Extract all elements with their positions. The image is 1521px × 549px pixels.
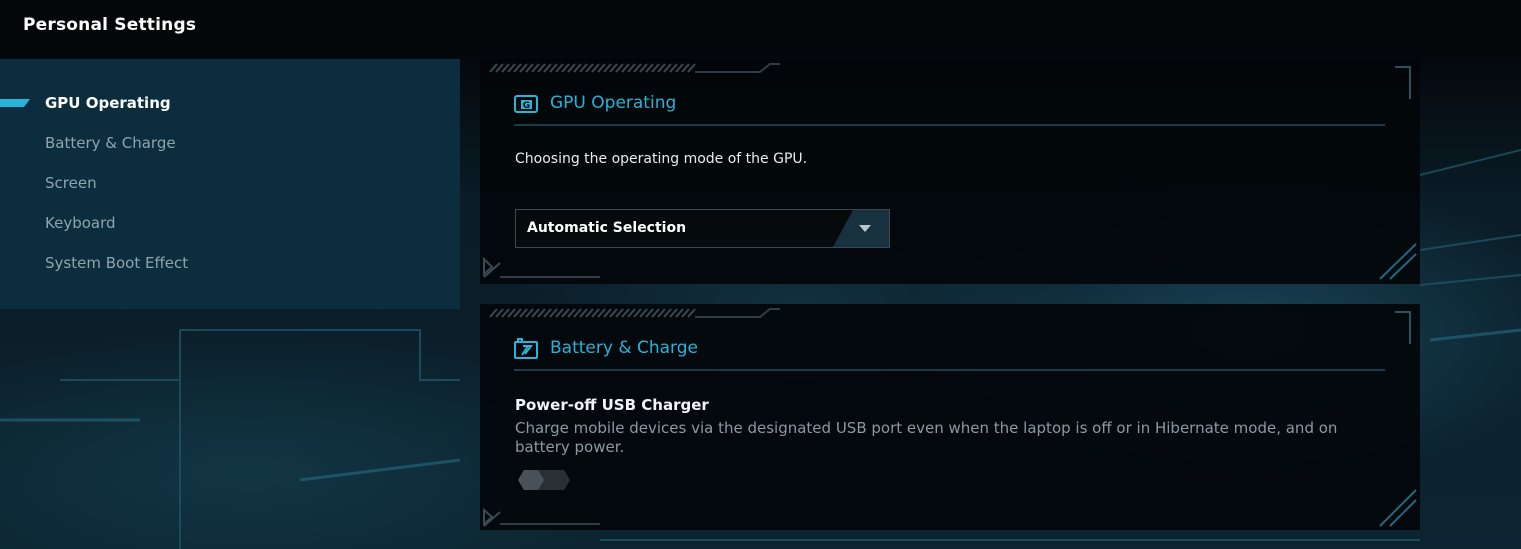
- panel-divider: [514, 369, 1385, 371]
- usb-charger-description: Charge mobile devices via the designated…: [515, 419, 1338, 456]
- battery-charge-panel: Battery & Charge Power-off USB Charger C…: [480, 304, 1420, 530]
- battery-charge-icon: [514, 338, 538, 359]
- svg-text:G: G: [523, 101, 530, 111]
- gpu-panel-title: GPU Operating: [550, 93, 677, 113]
- usb-charger-title: Power-off USB Charger: [515, 396, 709, 414]
- gpu-operating-panel: G GPU Operating Choosing the operating m…: [480, 59, 1420, 284]
- gpu-mode-value: Automatic Selection: [527, 220, 687, 236]
- page-title: Personal Settings: [23, 15, 197, 35]
- gpu-description: Choosing the operating mode of the GPU.: [515, 151, 808, 167]
- sidebar-item-battery-charge[interactable]: Battery & Charge: [45, 134, 176, 152]
- panel-divider: [514, 124, 1385, 126]
- sidebar-item-keyboard[interactable]: Keyboard: [45, 214, 116, 232]
- usb-charger-toggle[interactable]: [518, 470, 570, 490]
- chevron-down-icon: [833, 210, 889, 247]
- battery-panel-title: Battery & Charge: [550, 338, 698, 358]
- gpu-mode-select[interactable]: Automatic Selection: [515, 209, 890, 248]
- gpu-icon: G: [514, 95, 538, 113]
- active-indicator: [0, 99, 30, 107]
- title-bar: Personal Settings: [0, 0, 1521, 55]
- sidebar-item-screen[interactable]: Screen: [45, 174, 97, 192]
- sidebar-item-gpu-operating[interactable]: GPU Operating: [45, 94, 171, 112]
- sidebar-item-system-boot-effect[interactable]: System Boot Effect: [45, 254, 188, 272]
